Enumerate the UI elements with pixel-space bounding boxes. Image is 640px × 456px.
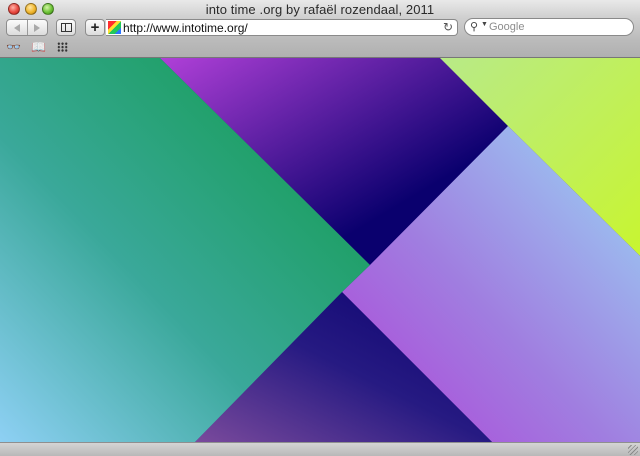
- back-arrow-icon: [14, 23, 20, 32]
- forward-button[interactable]: [27, 20, 47, 35]
- add-bookmark-button[interactable]: +: [85, 19, 105, 36]
- navigation-buttons: [6, 19, 48, 36]
- site-favicon: [108, 21, 121, 34]
- search-field[interactable]: ⚲ ▼: [464, 18, 634, 36]
- show-all-tabs-button[interactable]: [56, 19, 76, 36]
- tabs-icon: [60, 23, 72, 32]
- title-bar: into time .org by rafaël rozendaal, 2011: [0, 0, 640, 18]
- search-icon[interactable]: ⚲: [470, 20, 478, 33]
- address-text[interactable]: http://www.intotime.org/: [123, 21, 248, 35]
- status-bar: [0, 442, 640, 456]
- search-input[interactable]: [489, 20, 629, 34]
- artwork-canvas: [0, 58, 640, 442]
- resize-grip-icon[interactable]: [628, 445, 638, 455]
- bookmarks-bar: 👓 📖: [0, 38, 640, 58]
- grid-icon[interactable]: [57, 42, 68, 52]
- book-icon[interactable]: 📖: [31, 39, 46, 55]
- forward-arrow-icon: [34, 23, 40, 32]
- back-button[interactable]: [7, 20, 28, 35]
- address-bar[interactable]: http://www.intotime.org/ ↻: [106, 19, 458, 36]
- reload-icon[interactable]: ↻: [443, 20, 453, 34]
- window-title: into time .org by rafaël rozendaal, 2011: [205, 2, 435, 17]
- glasses-icon[interactable]: 👓: [6, 39, 21, 55]
- web-page-content[interactable]: [0, 58, 640, 442]
- search-menu-caret-icon[interactable]: ▼: [481, 21, 488, 28]
- plus-icon: +: [90, 19, 100, 36]
